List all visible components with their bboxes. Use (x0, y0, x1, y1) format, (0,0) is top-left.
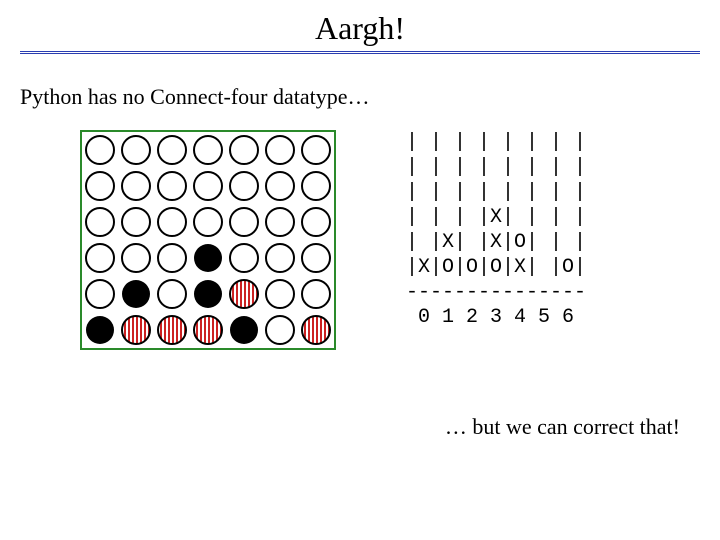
black-piece (82, 312, 118, 348)
empty-circle (154, 204, 190, 240)
board-row (82, 312, 334, 348)
empty-circle (190, 204, 226, 240)
footer-text: … but we can correct that! (445, 414, 680, 440)
empty-circle (118, 168, 154, 204)
empty-circle (262, 204, 298, 240)
empty-circle (226, 132, 262, 168)
board-row (82, 204, 334, 240)
empty-circle (154, 276, 190, 312)
ascii-board: | | | | | | | | | | | | | | | | | | | | … (406, 130, 586, 330)
empty-circle (82, 240, 118, 276)
board-row (82, 276, 334, 312)
red-stripe-piece (118, 312, 154, 348)
empty-circle (262, 312, 298, 348)
empty-circle (82, 204, 118, 240)
content-row: | | | | | | | | | | | | | | | | | | | | … (0, 120, 720, 350)
page-title: Aargh! (0, 0, 720, 51)
empty-circle (82, 132, 118, 168)
board-row (82, 132, 334, 168)
empty-circle (226, 168, 262, 204)
empty-circle (298, 168, 334, 204)
red-stripe-piece (298, 312, 334, 348)
empty-circle (118, 204, 154, 240)
empty-circle (298, 204, 334, 240)
black-piece (226, 312, 262, 348)
connect-four-board (80, 130, 336, 350)
board-row (82, 168, 334, 204)
empty-circle (262, 168, 298, 204)
black-piece (190, 240, 226, 276)
red-stripe-piece (190, 312, 226, 348)
empty-circle (82, 168, 118, 204)
board-row (82, 240, 334, 276)
board-grid (82, 132, 334, 348)
empty-circle (262, 276, 298, 312)
black-piece (190, 276, 226, 312)
empty-circle (298, 276, 334, 312)
empty-circle (226, 240, 262, 276)
empty-circle (190, 132, 226, 168)
red-stripe-piece (226, 276, 262, 312)
black-piece (118, 276, 154, 312)
empty-circle (262, 132, 298, 168)
red-stripe-piece (154, 312, 190, 348)
empty-circle (298, 240, 334, 276)
empty-circle (262, 240, 298, 276)
empty-circle (190, 168, 226, 204)
empty-circle (154, 240, 190, 276)
subtitle: Python has no Connect-four datatype… (0, 54, 720, 120)
empty-circle (154, 132, 190, 168)
empty-circle (82, 276, 118, 312)
empty-circle (118, 240, 154, 276)
empty-circle (118, 132, 154, 168)
empty-circle (226, 204, 262, 240)
empty-circle (154, 168, 190, 204)
empty-circle (298, 132, 334, 168)
